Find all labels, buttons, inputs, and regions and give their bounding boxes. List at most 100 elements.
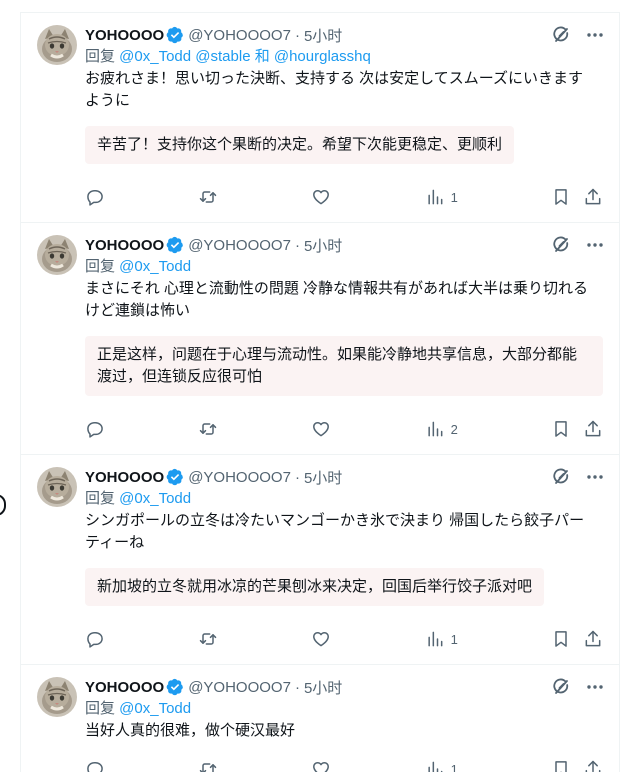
retweet-icon bbox=[199, 763, 217, 772]
more-icon[interactable] bbox=[585, 467, 605, 487]
reply-icon bbox=[87, 190, 103, 206]
retweet-button[interactable] bbox=[198, 759, 218, 772]
reply-mentions[interactable]: @0x_Todd bbox=[119, 490, 191, 507]
tweet-text: お疲れさま！思い切った決断、支持する 次は安定してスムーズにいきますように bbox=[85, 70, 583, 109]
reply-mentions[interactable]: @0x_Todd @stable 和 @hourglasshq bbox=[119, 48, 371, 65]
avatar[interactable] bbox=[37, 467, 77, 507]
tweet-text: まさにそれ 心理と流動性の問題 冷静な情報共有があれば大半は乗り切れるけど連鎖は… bbox=[85, 280, 589, 319]
display-name[interactable]: YOHOOOO bbox=[85, 469, 164, 486]
user-handle[interactable]: @YOHOOOO7 bbox=[188, 237, 291, 254]
bookmark-button[interactable] bbox=[551, 759, 571, 772]
reply-prefix: 回复 bbox=[85, 258, 120, 275]
tweet-actions: 1 bbox=[85, 178, 603, 216]
grok-icon[interactable] bbox=[551, 677, 571, 697]
reply-prefix: 回复 bbox=[85, 700, 120, 717]
share-icon bbox=[585, 420, 601, 437]
edge-bracket bbox=[0, 494, 6, 516]
share-button[interactable] bbox=[583, 629, 603, 649]
timestamp[interactable]: 5小时 bbox=[304, 235, 342, 256]
reply-icon bbox=[87, 632, 103, 648]
tweet-utility-actions bbox=[551, 187, 603, 207]
user-handle[interactable]: @YOHOOOO7 bbox=[188, 469, 291, 486]
share-icon bbox=[585, 630, 601, 647]
separator-dot: · bbox=[294, 26, 300, 44]
share-button[interactable] bbox=[583, 187, 603, 207]
tweet[interactable]: YOHOOOO @YOHOOOO7 · 5小时 bbox=[21, 13, 619, 223]
tweet-header: YOHOOOO @YOHOOOO7 · 5小时 bbox=[85, 25, 603, 45]
like-icon bbox=[313, 632, 330, 647]
like-button[interactable] bbox=[311, 187, 331, 207]
views-button[interactable]: 2 bbox=[425, 419, 458, 439]
reply-button[interactable] bbox=[85, 187, 105, 207]
bookmark-icon bbox=[555, 631, 567, 647]
user-handle[interactable]: @YOHOOOO7 bbox=[188, 27, 291, 44]
share-button[interactable] bbox=[583, 419, 603, 439]
reply-button[interactable] bbox=[85, 629, 105, 649]
tweet-text: シンガポールの立冬は冷たいマンゴーかき氷で決まり 帰国したら餃子パーティーね bbox=[85, 512, 585, 551]
avatar[interactable] bbox=[37, 235, 77, 275]
translation-wrap: 正是这样，问题在于心理与流动性。如果能冷静地共享信息，大部分都能渡过，但连锁反应… bbox=[85, 322, 603, 396]
views-icon bbox=[427, 761, 442, 772]
reply-mentions[interactable]: @0x_Todd bbox=[119, 258, 191, 275]
timestamp[interactable]: 5小时 bbox=[304, 25, 342, 46]
timestamp[interactable]: 5小时 bbox=[304, 467, 342, 488]
views-button[interactable]: 1 bbox=[425, 187, 458, 207]
reply-context: 回复 @0x_Todd bbox=[85, 699, 603, 719]
reply-context: 回复 @0x_Todd @stable 和 @hourglasshq bbox=[85, 47, 603, 67]
tweet-header-actions bbox=[551, 677, 605, 697]
views-count: 1 bbox=[450, 189, 458, 205]
reply-button[interactable] bbox=[85, 419, 105, 439]
reply-mentions[interactable]: @0x_Todd bbox=[119, 700, 191, 717]
reply-icon bbox=[87, 762, 103, 772]
bookmark-button[interactable] bbox=[551, 419, 571, 439]
bookmark-button[interactable] bbox=[551, 187, 571, 207]
like-button[interactable] bbox=[311, 629, 331, 649]
views-button[interactable]: 1 bbox=[425, 759, 458, 772]
user-handle[interactable]: @YOHOOOO7 bbox=[188, 679, 291, 696]
bookmark-button[interactable] bbox=[551, 629, 571, 649]
display-name[interactable]: YOHOOOO bbox=[85, 27, 164, 44]
views-icon bbox=[427, 631, 442, 647]
reply-button[interactable] bbox=[85, 759, 105, 772]
tweet-actions: 1 bbox=[85, 750, 603, 772]
translation-wrap: 新加坡的立冬就用冰凉的芒果刨冰来决定，回国后举行饺子派对吧 bbox=[85, 554, 603, 606]
retweet-button[interactable] bbox=[198, 419, 218, 439]
more-icon[interactable] bbox=[585, 677, 605, 697]
tweet-utility-actions bbox=[551, 759, 603, 772]
retweet-button[interactable] bbox=[198, 629, 218, 649]
tweet-header: YOHOOOO @YOHOOOO7 · 5小时 bbox=[85, 235, 603, 255]
translation-box: 正是这样，问题在于心理与流动性。如果能冷静地共享信息，大部分都能渡过，但连锁反应… bbox=[85, 336, 603, 396]
like-button[interactable] bbox=[311, 419, 331, 439]
timestamp[interactable]: 5小时 bbox=[304, 677, 342, 698]
tweet-header-actions bbox=[551, 467, 605, 487]
display-name[interactable]: YOHOOOO bbox=[85, 237, 164, 254]
reply-prefix: 回复 bbox=[85, 48, 120, 65]
avatar[interactable] bbox=[37, 677, 77, 717]
bookmark-icon bbox=[555, 189, 567, 205]
tweet[interactable]: YOHOOOO @YOHOOOO7 · 5小时 bbox=[21, 223, 619, 455]
retweet-icon bbox=[199, 633, 217, 645]
grok-icon[interactable] bbox=[551, 235, 571, 255]
verified-badge-icon bbox=[166, 678, 184, 696]
retweet-button[interactable] bbox=[198, 187, 218, 207]
tweet-header-actions bbox=[551, 25, 605, 45]
like-button[interactable] bbox=[311, 759, 331, 772]
avatar[interactable] bbox=[37, 25, 77, 65]
grok-icon[interactable] bbox=[551, 25, 571, 45]
verified-badge-icon bbox=[166, 468, 184, 486]
more-icon[interactable] bbox=[585, 25, 605, 45]
views-count: 2 bbox=[450, 421, 458, 437]
share-icon bbox=[585, 188, 601, 205]
separator-dot: · bbox=[294, 468, 300, 486]
like-icon bbox=[313, 422, 330, 437]
tweet[interactable]: YOHOOOO @YOHOOOO7 · 5小时 bbox=[21, 455, 619, 665]
bookmark-icon bbox=[555, 421, 567, 437]
more-icon[interactable] bbox=[585, 235, 605, 255]
grok-icon[interactable] bbox=[551, 467, 571, 487]
verified-badge-icon bbox=[166, 26, 184, 44]
display-name[interactable]: YOHOOOO bbox=[85, 679, 164, 696]
views-button[interactable]: 1 bbox=[425, 629, 458, 649]
translation-wrap: 辛苦了！支持你这个果断的决定。希望下次能更稳定、更顺利 bbox=[85, 112, 603, 164]
tweet[interactable]: YOHOOOO @YOHOOOO7 · 5小时 bbox=[21, 665, 619, 772]
share-button[interactable] bbox=[583, 759, 603, 772]
